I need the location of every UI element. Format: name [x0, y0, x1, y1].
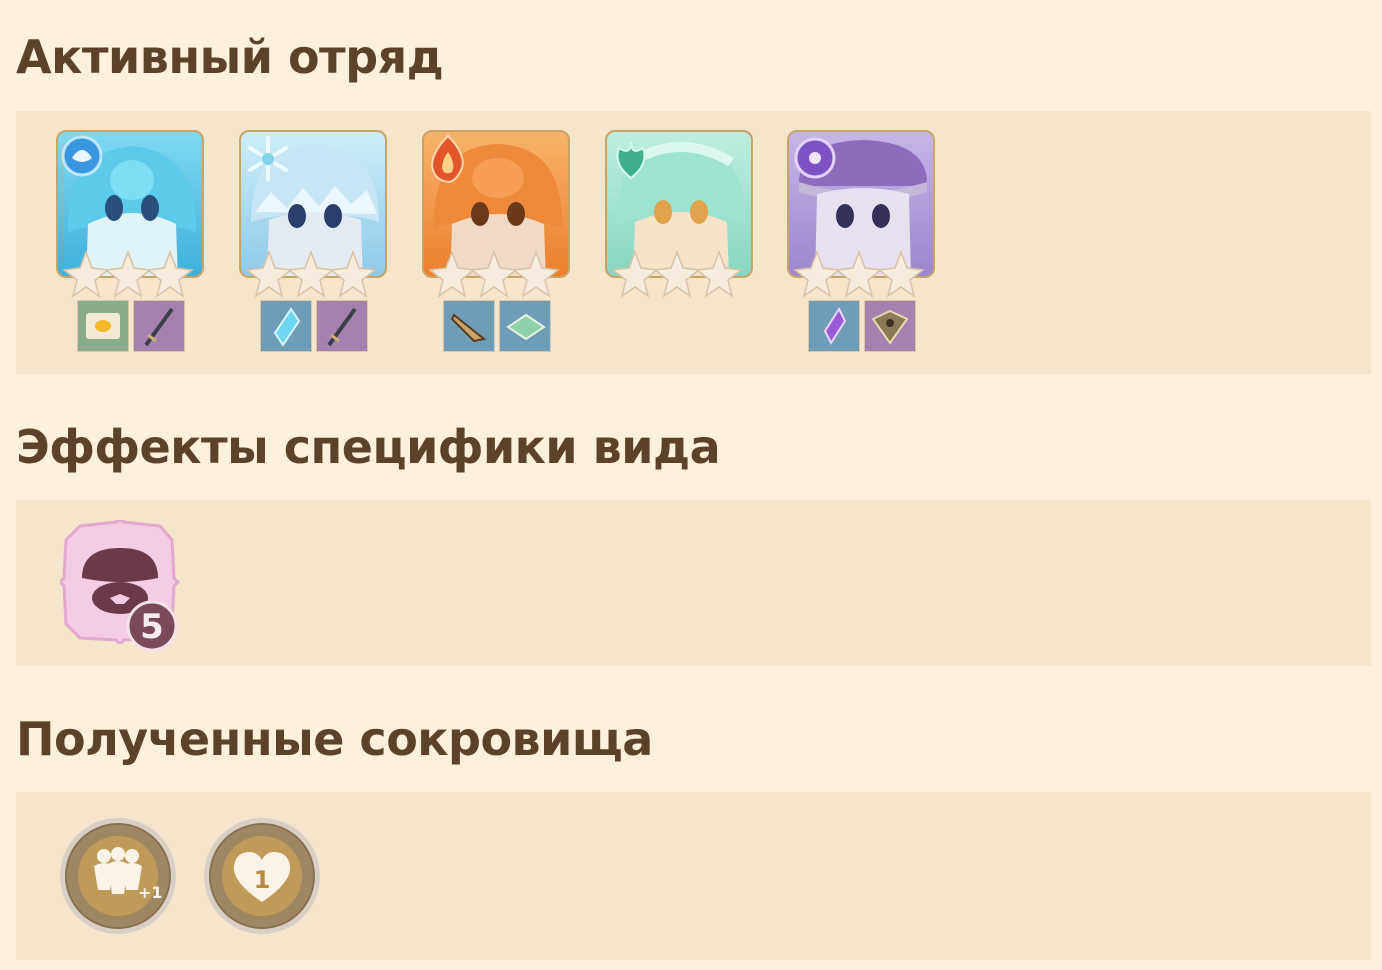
team-member-5[interactable]: [787, 130, 939, 355]
sword-icon[interactable]: [316, 300, 368, 352]
effect-level-badge: 5: [126, 600, 178, 652]
sword-icon[interactable]: [133, 300, 185, 352]
star-rating: [428, 250, 560, 298]
pyro-icon: [430, 134, 464, 184]
team-member-2[interactable]: [239, 130, 391, 355]
svg-text:5: 5: [140, 607, 164, 647]
cryo-icon: [248, 136, 288, 182]
star-rating: [793, 250, 925, 298]
team-member-4[interactable]: [605, 130, 757, 355]
species-effect[interactable]: 5: [57, 518, 181, 652]
treasures-section-title: Полученные сокровища: [16, 712, 653, 766]
team-member-3[interactable]: [422, 130, 574, 355]
svg-text:+1: +1: [138, 883, 163, 902]
treasure-item-2[interactable]: 1: [202, 816, 322, 936]
tome-icon[interactable]: [499, 300, 551, 352]
effects-panel: 5: [16, 500, 1371, 666]
hydro-icon: [61, 135, 103, 177]
svg-text:1: 1: [254, 866, 271, 894]
effects-section-title: Эффекты специфики вида: [16, 420, 721, 474]
star-rating: [245, 250, 377, 298]
crystal-shard-icon[interactable]: [260, 300, 312, 352]
team-panel: [16, 111, 1371, 374]
team-member-1[interactable]: [56, 130, 208, 355]
purple-crystal-icon[interactable]: [808, 300, 860, 352]
star-rating: [62, 250, 194, 298]
food-plate-icon[interactable]: [77, 300, 129, 352]
treasure-item-1[interactable]: +1: [58, 816, 178, 936]
arrowhead-icon[interactable]: [443, 300, 495, 352]
team-plus-icon: +1: [60, 818, 176, 934]
electro-icon: [794, 137, 836, 179]
heart-icon: 1: [204, 818, 320, 934]
treasures-panel: +1 1: [16, 792, 1371, 960]
team-section-title: Активный отряд: [16, 30, 444, 84]
anemo-icon: [616, 141, 646, 180]
star-rating: [611, 250, 743, 298]
shuriken-icon[interactable]: [864, 300, 916, 352]
